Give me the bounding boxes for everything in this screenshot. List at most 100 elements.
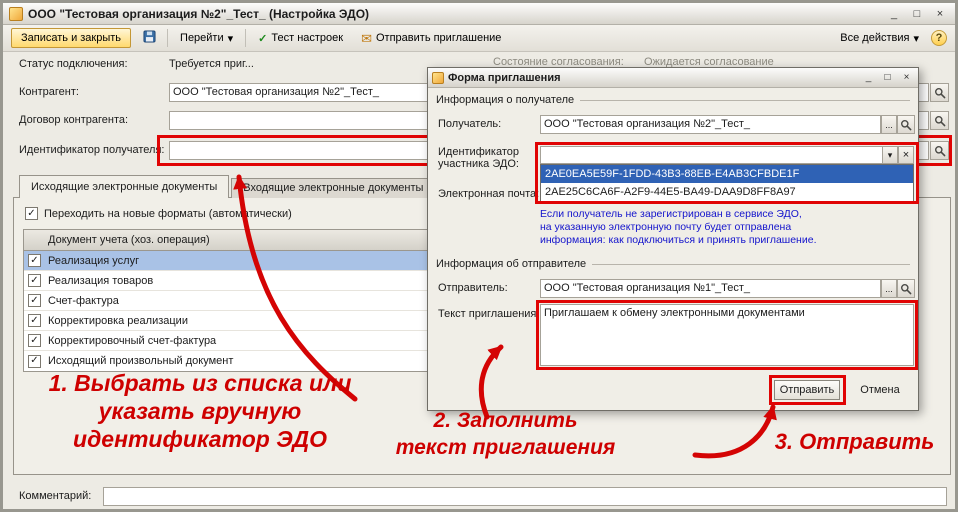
close-button[interactable]: ×	[931, 6, 949, 21]
help-button[interactable]: ?	[931, 30, 947, 46]
comment-input[interactable]	[103, 487, 947, 506]
new-formats-row: ✓ Переходить на новые форматы (автоматич…	[25, 207, 292, 220]
check-icon: ✓	[30, 355, 39, 366]
new-formats-label: Переходить на новые форматы (автоматичес…	[44, 207, 292, 220]
check-icon: ✓	[258, 32, 268, 45]
row-checkbox[interactable]: ✓	[28, 354, 41, 368]
contract-lookup-button[interactable]	[930, 111, 949, 130]
edo-id-label: участника ЭДО:	[438, 158, 519, 170]
recipient-lookup-button[interactable]	[897, 115, 915, 134]
window-title: ООО "Тестовая организация №2"_Тест_ (Нас…	[28, 6, 370, 21]
check-icon: ✓	[30, 254, 39, 266]
counterparty-lookup-button[interactable]	[930, 83, 949, 102]
magnifier-icon	[934, 87, 945, 98]
dialog-title-bar: Форма приглашения _ □ ×	[428, 68, 918, 88]
row-label: Исходящий произвольный документ	[48, 355, 234, 367]
check-icon: ✓	[30, 334, 39, 346]
annotation-step3-line: 3. Отправить	[774, 429, 935, 454]
toolbar-separator	[245, 29, 247, 47]
goto-button[interactable]: Перейти ▾	[174, 28, 239, 48]
recipient-field[interactable]: ООО "Тестовая организация №2"_Тест_	[540, 115, 881, 134]
annotation-box-send-button	[769, 375, 846, 405]
toolbar-separator	[167, 29, 169, 47]
recipient-group-label: Информация о получателе	[436, 94, 575, 106]
row-checkbox[interactable]: ✓	[28, 274, 41, 287]
annotation-step1-line: идентификатор ЭДО	[73, 426, 327, 452]
toolbar: Записать и закрыть Перейти ▾ ✓ Тест наст…	[3, 25, 955, 52]
annotation-step1-line: 1. Выбрать из списка или	[48, 370, 352, 396]
sender-group-label: Информация об отправителе	[436, 258, 587, 270]
chevron-down-icon: ▾	[227, 32, 234, 45]
main-window: ООО "Тестовая организация №2"_Тест_ (Нас…	[0, 0, 958, 512]
status-value: Требуется приг...	[169, 58, 254, 70]
save-and-close-button[interactable]: Записать и закрыть	[11, 28, 132, 48]
row-label: Счет-фактура	[48, 294, 119, 307]
annotation-step1-line: указать вручную	[98, 398, 302, 424]
save-icon	[143, 30, 156, 46]
tab-strip: Исходящие электронные документы Входящие…	[19, 175, 436, 198]
test-settings-label: Тест настроек	[271, 32, 344, 44]
annotation-step2-line: 2. Заполнить	[433, 409, 578, 432]
dialog-close-button[interactable]: ×	[899, 71, 914, 84]
annotation-step2: 2. Заполнить текст приглашения	[383, 407, 628, 461]
annotation-box-invite-text	[536, 300, 918, 370]
sender-label: Отправитель:	[438, 282, 508, 294]
test-settings-button[interactable]: ✓ Тест настроек	[252, 28, 349, 48]
recipient-label: Получатель:	[438, 118, 502, 130]
edo-id-label: Идентификатор	[438, 146, 519, 158]
sender-lookup-button[interactable]	[897, 279, 915, 298]
envelope-icon: ✉	[361, 30, 372, 46]
row-label: Корректировочный счет-фактура	[48, 334, 217, 347]
annotation-step2-line: текст приглашения	[395, 436, 616, 459]
row-checkbox[interactable]: ✓	[28, 334, 41, 347]
minimize-button[interactable]: _	[885, 6, 903, 21]
magnifier-icon	[901, 283, 912, 294]
row-label: Реализация товаров	[48, 274, 154, 287]
tab-incoming-documents[interactable]: Входящие электронные документы	[231, 178, 436, 198]
counterparty-label: Контрагент:	[19, 86, 79, 98]
hint-text: Если получатель не зарегистрирован в сер…	[540, 208, 802, 220]
sender-field[interactable]: ООО "Тестовая организация №1"_Тест_	[540, 279, 881, 298]
tab-outgoing-documents[interactable]: Исходящие электронные документы	[19, 175, 230, 198]
check-icon: ✓	[27, 207, 36, 219]
row-label: Реализация услуг	[48, 254, 140, 267]
check-icon: ✓	[30, 314, 39, 326]
annotation-step3: 3. Отправить	[757, 429, 952, 455]
new-formats-checkbox[interactable]: ✓	[25, 207, 38, 220]
row-checkbox[interactable]: ✓	[28, 294, 41, 307]
dialog-minimize-button[interactable]: _	[861, 71, 876, 84]
all-actions-label: Все действия	[840, 32, 910, 44]
title-bar: ООО "Тестовая организация №2"_Тест_ (Нас…	[3, 3, 955, 25]
magnifier-icon	[901, 119, 912, 130]
annotation-box-edo-id	[535, 142, 919, 204]
comment-label: Комментарий:	[19, 490, 92, 502]
sender-group-header: Информация об отправителе	[436, 258, 910, 270]
row-checkbox[interactable]: ✓	[28, 314, 41, 327]
maximize-button[interactable]: □	[908, 6, 926, 21]
magnifier-icon	[934, 115, 945, 126]
row-checkbox[interactable]: ✓	[28, 254, 41, 267]
all-actions-button[interactable]: Все действия ▾	[834, 28, 925, 48]
invite-text-label: Текст приглашения:	[438, 308, 540, 320]
email-label: Электронная почта:	[438, 188, 540, 200]
app-icon	[9, 6, 23, 21]
row-label: Корректировка реализации	[48, 314, 188, 327]
contract-label: Договор контрагента:	[19, 114, 129, 126]
check-icon: ✓	[30, 274, 39, 286]
dialog-icon	[432, 71, 444, 84]
cancel-button[interactable]: Отмена	[852, 380, 908, 400]
goto-label: Перейти	[180, 32, 224, 44]
chevron-down-icon: ▾	[913, 32, 919, 45]
recipient-ellipsis-button[interactable]: ...	[881, 115, 897, 134]
hint-text: информация: как подключиться и принять п…	[540, 234, 817, 246]
dialog-title: Форма приглашения	[448, 71, 561, 84]
check-icon: ✓	[30, 294, 39, 306]
recipient-group-header: Информация о получателе	[436, 94, 910, 106]
annotation-step1: 1. Выбрать из списка или указать вручную…	[25, 369, 375, 453]
send-invitation-label: Отправить приглашение	[376, 32, 502, 44]
save-button[interactable]	[137, 28, 161, 48]
dialog-maximize-button[interactable]: □	[880, 71, 895, 84]
sender-ellipsis-button[interactable]: ...	[881, 279, 897, 298]
send-invitation-button[interactable]: ✉ Отправить приглашение	[355, 28, 507, 48]
recipient-id-label: Идентификатор получателя:	[19, 144, 165, 156]
